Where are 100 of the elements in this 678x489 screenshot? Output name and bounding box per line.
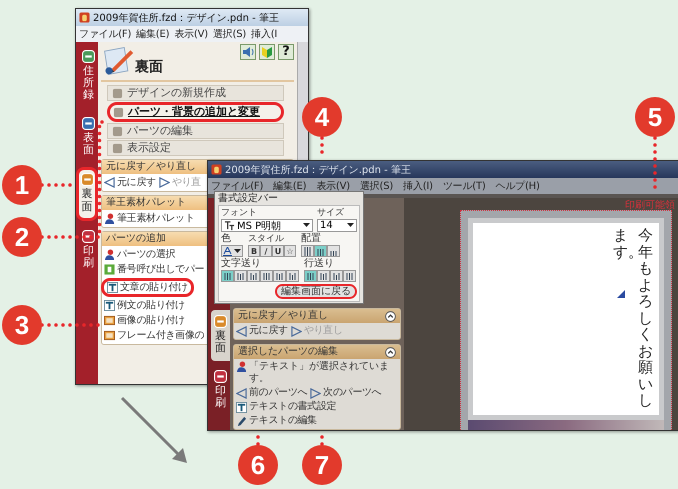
field-label: 文字送り	[221, 259, 262, 269]
menu-link[interactable]: パーツの編集	[107, 123, 284, 139]
menu-item[interactable]: 編集(E)	[273, 179, 306, 193]
picture-icon	[104, 315, 115, 326]
menu-link[interactable]: デザインの新規作成	[107, 85, 284, 101]
text-color-icon	[223, 246, 232, 256]
section-title: 筆王素材パレット	[106, 197, 186, 209]
letter-tile-icon	[104, 264, 115, 275]
menu-item[interactable]: 表示(V)	[316, 179, 350, 193]
tab-icon	[214, 370, 227, 384]
spacing-button[interactable]	[260, 270, 273, 282]
lines-icon	[262, 272, 271, 280]
menu-item[interactable]: 選択(S)	[212, 27, 246, 41]
square-icon	[113, 106, 124, 118]
panel-link[interactable]: 文章の貼り付け	[101, 278, 194, 297]
window-title: 2009年賀住所.fzd：デザイン.pdn - 筆王	[225, 164, 411, 176]
panel-link[interactable]: テキストの書式設定	[236, 401, 336, 413]
style-button[interactable]: /	[260, 245, 272, 257]
pencil-icon	[236, 416, 247, 426]
tab-icon	[80, 173, 94, 186]
spacing-button[interactable]	[234, 270, 247, 282]
field-label: 色	[221, 234, 232, 244]
spacing-button[interactable]	[221, 270, 234, 282]
menu-link[interactable]: 表示設定	[107, 140, 284, 156]
panel-link[interactable]: 次のパーツへ	[310, 387, 382, 399]
square-icon	[112, 142, 123, 154]
app-icon	[211, 164, 222, 175]
menu-link[interactable]: パーツ・背景の追加と変更	[107, 102, 284, 122]
print-area-label: 印刷可能領	[625, 198, 675, 212]
panel-link[interactable]: 例文の貼り付け	[104, 299, 185, 312]
beginner-mark-icon[interactable]	[259, 44, 275, 60]
style-button[interactable]: ☆	[284, 245, 296, 257]
tab-icon	[82, 117, 95, 130]
menu-item[interactable]: 編集(E)	[136, 27, 170, 41]
lines-icon	[288, 272, 297, 280]
menu-item[interactable]: 挿入(I)	[403, 179, 433, 193]
spacing-button[interactable]	[304, 270, 317, 282]
left-triangle-icon	[104, 177, 115, 188]
size-dropdown[interactable]: 14	[317, 219, 357, 232]
menu-item[interactable]: 挿入(I	[251, 27, 278, 41]
menu-item[interactable]: ツール(T)	[442, 179, 486, 193]
panel-title: 裏面	[135, 58, 163, 76]
panel-link[interactable]: パーツの選択	[104, 248, 176, 261]
square-icon	[112, 126, 123, 136]
spacing-button[interactable]	[317, 270, 330, 282]
sidebar-tab[interactable]: 裏面	[211, 310, 230, 362]
menu-item[interactable]: 表示(V)	[174, 27, 208, 41]
spacing-button[interactable]	[286, 270, 299, 282]
lines-icon	[345, 272, 354, 280]
menu-item[interactable]: ファイル(F)	[79, 27, 132, 41]
menu-item[interactable]: ファイル(F)	[211, 179, 264, 193]
align-button[interactable]	[314, 245, 327, 257]
spacing-button[interactable]	[343, 270, 356, 282]
panel-link[interactable]: フレーム付き画像の	[104, 329, 204, 342]
field-label: 行送り	[304, 259, 335, 269]
tab-icon	[82, 50, 95, 63]
step-number-badge: 5	[635, 97, 675, 137]
panel-link[interactable]: 元に戻す	[236, 325, 288, 337]
sidebar-tab[interactable]: 表面	[79, 112, 98, 164]
lines-icon	[223, 272, 232, 280]
pen-and-paper-drawing	[101, 44, 135, 78]
collapse-icon[interactable]	[385, 310, 396, 322]
step-number-badge: 6	[238, 445, 278, 485]
text-tool-icon	[236, 402, 247, 412]
color-button[interactable]	[221, 245, 243, 257]
left-triangle-icon	[236, 388, 247, 398]
sidebar-tab[interactable]: 住所録	[79, 45, 98, 108]
sidebar-tab[interactable]: 印刷	[211, 365, 230, 416]
back-to-editor-button[interactable]: 編集画面に戻る	[275, 284, 357, 299]
section-title: パーツの追加	[106, 233, 166, 245]
person-icon	[104, 213, 115, 224]
sidebar-tab[interactable]: 印刷	[79, 224, 98, 276]
menu-item[interactable]: 選択(S)	[360, 179, 394, 193]
spacing-button[interactable]	[247, 270, 260, 282]
style-button[interactable]: B	[248, 245, 260, 257]
speaker-icon[interactable]	[240, 44, 256, 60]
spacing-button[interactable]	[330, 270, 343, 282]
caret-icon	[303, 223, 310, 228]
window-title: 2009年賀住所.fzd：デザイン.pdn - 筆王	[93, 12, 279, 24]
caret-icon	[347, 223, 354, 228]
style-button[interactable]: U	[272, 245, 284, 257]
toolbar-title: 書式設定バー	[218, 193, 279, 204]
sidebar-tab[interactable]: 裏面	[76, 167, 98, 221]
font-dropdown[interactable]: MS P明朝	[221, 219, 313, 232]
panel-link[interactable]: 番号呼び出しでパー	[104, 263, 204, 276]
help-button[interactable]: ?	[278, 44, 294, 60]
menu-item[interactable]: ヘルプ(H)	[496, 179, 540, 193]
app-icon	[79, 12, 90, 23]
align-button[interactable]	[301, 245, 314, 257]
align-button[interactable]	[327, 245, 340, 257]
panel-link[interactable]: 筆王素材パレット	[104, 212, 195, 225]
right-triangle-icon	[158, 177, 170, 188]
panel-link[interactable]: テキストの編集	[236, 415, 317, 427]
spacing-button[interactable]	[273, 270, 286, 282]
panel-link[interactable]: 前のパーツへ	[236, 387, 308, 399]
collapse-icon[interactable]	[385, 346, 396, 358]
tab-icon	[214, 315, 227, 328]
panel-link[interactable]: 元に戻す	[104, 176, 156, 189]
panel-link[interactable]: 画像の貼り付け	[104, 314, 185, 327]
person-icon	[104, 249, 115, 260]
